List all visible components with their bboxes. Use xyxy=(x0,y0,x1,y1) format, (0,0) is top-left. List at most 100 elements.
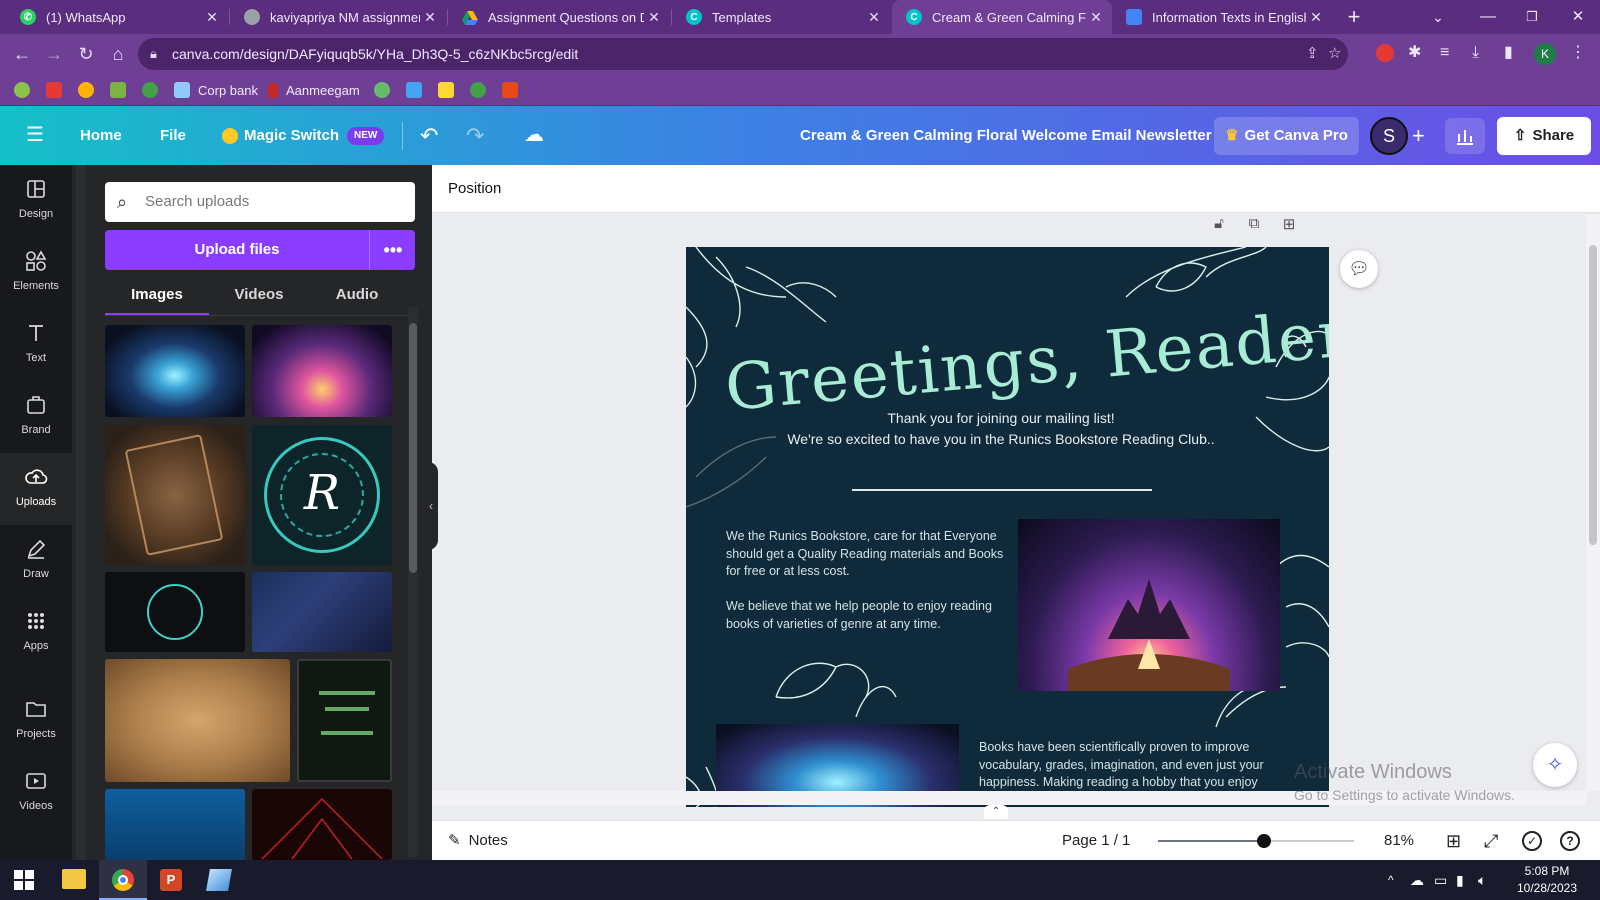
get-canva-pro-button[interactable]: ♛ Get Canva Pro xyxy=(1214,117,1359,155)
bookmark[interactable] xyxy=(110,81,134,99)
bookmark[interactable] xyxy=(502,81,526,99)
upload-thumbnail[interactable] xyxy=(105,325,245,417)
sidepanel-icon[interactable]: ▮ xyxy=(1504,42,1524,64)
browser-tab[interactable]: Assignment Questions on Di ✕ xyxy=(448,0,670,34)
app-icon[interactable] xyxy=(206,869,232,891)
paragraph-1[interactable]: We the Runics Bookstore, care for that E… xyxy=(726,528,1006,581)
bookmark[interactable] xyxy=(78,81,102,99)
new-tab-icon[interactable]: + xyxy=(1342,4,1366,30)
rail-item-videos[interactable]: Videos xyxy=(0,757,72,829)
rail-item-projects[interactable]: Projects xyxy=(0,685,72,757)
paragraph-2[interactable]: We believe that we help people to enjoy … xyxy=(726,598,1006,633)
upload-files-button[interactable]: Upload files ••• xyxy=(105,230,415,270)
panel-scrollbar[interactable] xyxy=(408,307,418,857)
zoom-slider[interactable] xyxy=(1158,834,1354,848)
search-uploads-input[interactable]: ⌕ Search uploads xyxy=(105,182,415,222)
onedrive-icon[interactable]: ☁ xyxy=(1410,870,1428,890)
paragraph-3[interactable]: Books have been scientifically proven to… xyxy=(979,739,1289,792)
tab-images[interactable]: Images xyxy=(105,277,209,313)
window-close-icon[interactable]: ✕ xyxy=(1568,6,1588,28)
bookmark[interactable] xyxy=(46,81,70,99)
add-comment-icon[interactable]: 💬︎ xyxy=(1340,250,1378,288)
help-icon[interactable]: ? xyxy=(1560,831,1580,851)
browser-tab[interactable]: Information Texts in English ✕ xyxy=(1112,0,1332,34)
minimize-icon[interactable]: — xyxy=(1478,6,1498,28)
duplicate-page-icon[interactable]: ⧉ xyxy=(1243,215,1265,237)
check-icon[interactable]: ✓ xyxy=(1522,831,1542,851)
bookmark[interactable] xyxy=(438,81,462,99)
restore-icon[interactable]: ❐ xyxy=(1522,6,1542,28)
rail-item-elements[interactable]: Elements xyxy=(0,237,72,309)
bookmark-aanmeegam[interactable]: Aanmeegam xyxy=(268,81,360,99)
reload-icon[interactable]: ↻ xyxy=(74,42,98,66)
magic-book-image[interactable] xyxy=(1018,519,1280,691)
insights-button[interactable] xyxy=(1445,118,1485,154)
scrollbar-thumb[interactable] xyxy=(1589,245,1597,545)
media-icon[interactable]: ≡ xyxy=(1440,42,1460,64)
scrollbar-thumb[interactable] xyxy=(409,323,417,573)
star-icon[interactable]: ☆ xyxy=(1328,38,1341,70)
divider-line[interactable] xyxy=(852,489,1152,491)
upload-thumbnail[interactable] xyxy=(105,572,245,652)
bookmark[interactable] xyxy=(374,81,398,99)
tab-videos[interactable]: Videos xyxy=(212,277,306,313)
file-explorer-icon[interactable] xyxy=(62,869,86,889)
download-icon[interactable]: ⤓ xyxy=(1472,42,1492,64)
browser-tab[interactable]: kaviyapriya NM assignment c ✕ xyxy=(230,0,446,34)
upload-thumbnail[interactable] xyxy=(252,325,392,417)
design-title[interactable]: Cream & Green Calming Floral Welcome Ema… xyxy=(800,106,1212,165)
undo-icon[interactable]: ↶ xyxy=(420,106,438,165)
close-icon[interactable]: ✕ xyxy=(420,9,440,26)
hamburger-menu-icon[interactable]: ☰ xyxy=(26,106,44,165)
clock-time[interactable]: 5:08 PM xyxy=(1508,864,1586,878)
close-icon[interactable]: ✕ xyxy=(1306,9,1326,26)
volume-icon[interactable]: 🔈︎ xyxy=(1478,870,1496,890)
network-icon[interactable]: ▭ xyxy=(1434,870,1452,890)
upload-thumbnail[interactable] xyxy=(105,425,245,565)
upload-thumbnail[interactable] xyxy=(252,789,392,860)
forward-icon[interactable]: → xyxy=(42,42,66,66)
bookmark[interactable] xyxy=(14,81,38,99)
add-collaborator-icon[interactable]: + xyxy=(1412,106,1425,165)
tab-audio[interactable]: Audio xyxy=(310,277,404,313)
bookmark[interactable] xyxy=(142,81,166,99)
add-page-icon[interactable]: ⊞ xyxy=(1278,215,1300,237)
tab-search-icon[interactable]: ⌄ xyxy=(1428,6,1448,28)
puzzle-icon[interactable]: ✱ xyxy=(1408,42,1428,64)
upload-thumbnail[interactable] xyxy=(105,789,245,860)
cloud-saved-icon[interactable]: ☁ xyxy=(524,106,544,165)
battery-icon[interactable]: ▮ xyxy=(1456,870,1474,890)
close-icon[interactable]: ✕ xyxy=(202,9,222,26)
bookmark-corp-bank[interactable]: Corp bank xyxy=(174,81,258,99)
subtitle-line-2[interactable]: We're so excited to have you in the Runi… xyxy=(746,431,1256,447)
fullscreen-icon[interactable]: ⤢ xyxy=(1484,821,1498,861)
canvas-scrollbar[interactable] xyxy=(1586,215,1600,791)
extension-icon[interactable] xyxy=(1376,44,1394,62)
home-icon[interactable]: ⌂ xyxy=(106,42,130,66)
browser-tab[interactable]: C Templates ✕ xyxy=(672,0,890,34)
browser-tab[interactable]: ✆ (1) WhatsApp ✕ xyxy=(6,0,228,34)
subtitle-line-1[interactable]: Thank you for joining our mailing list! xyxy=(746,410,1256,426)
rail-item-apps[interactable]: Apps xyxy=(0,597,72,669)
rail-item-uploads[interactable]: Uploads xyxy=(0,453,72,525)
url-bar[interactable]: 🔒︎ canva.com/design/DAFyiquqb5k/YHa_Dh3Q… xyxy=(138,38,1348,70)
rail-item-draw[interactable]: Draw xyxy=(0,525,72,597)
notes-button[interactable]: ✎ Notes xyxy=(448,821,508,861)
design-page[interactable]: Greetings, Reader !! Thank you for joini… xyxy=(686,247,1329,807)
zoom-level[interactable]: 81% xyxy=(1384,821,1414,861)
file-menu[interactable]: File xyxy=(160,106,186,165)
upload-thumbnail[interactable] xyxy=(105,659,290,782)
magic-sparkle-icon[interactable]: ✧ xyxy=(1533,743,1577,787)
chrome-taskbar-button[interactable] xyxy=(99,860,147,900)
share-page-icon[interactable]: ⇪ xyxy=(1306,38,1319,70)
bookmark[interactable] xyxy=(470,81,494,99)
back-icon[interactable]: ← xyxy=(10,42,34,66)
windows-start-icon[interactable] xyxy=(14,870,34,890)
upload-thumbnail[interactable] xyxy=(252,572,392,652)
zoom-slider-knob[interactable] xyxy=(1256,834,1271,848)
collapse-panel-handle[interactable]: ‹ xyxy=(424,462,438,550)
user-avatar[interactable]: S xyxy=(1370,117,1408,155)
grid-view-icon[interactable]: ⊞ xyxy=(1446,821,1461,861)
close-icon[interactable]: ✕ xyxy=(644,9,664,26)
menu-kebab-icon[interactable]: ⋮ xyxy=(1570,42,1586,64)
